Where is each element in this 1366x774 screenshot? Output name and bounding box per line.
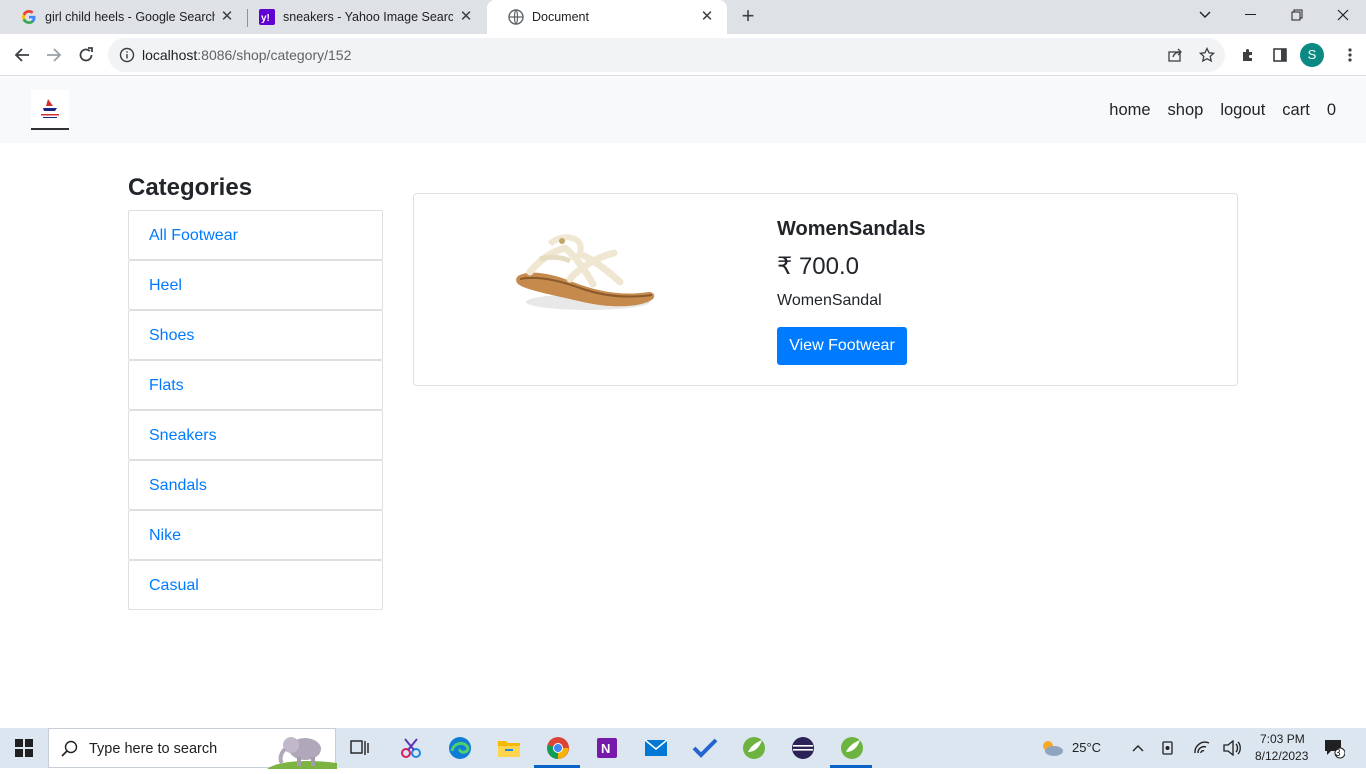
globe-icon [508,9,524,25]
task-view-icon[interactable] [346,734,374,762]
close-icon[interactable]: ✕ [458,9,474,25]
clock-date[interactable]: 8/12/2023 [1255,749,1308,763]
tab-title: girl child heels - Google Search [45,10,215,24]
tab-document[interactable]: Document ✕ [487,0,727,34]
bookmark-star-icon[interactable] [1198,46,1216,68]
weather-temperature[interactable]: 25°C [1072,740,1101,755]
todo-check-icon[interactable] [691,734,719,762]
notification-count: 3 [1335,748,1341,759]
reload-icon[interactable] [74,43,98,67]
extensions-puzzle-icon[interactable] [1236,43,1260,67]
categories-heading: Categories [128,174,253,201]
kebab-menu-icon[interactable] [1338,43,1362,67]
tab-title: Document [532,10,589,24]
minimize-icon[interactable] [1228,0,1274,30]
forward-arrow-icon[interactable] [42,43,66,67]
view-footwear-button[interactable]: View Footwear [777,327,907,365]
chevron-up-icon[interactable] [1124,734,1152,762]
taskbar-search-box[interactable]: Type here to search [48,728,337,769]
new-tab-plus-icon[interactable]: + [738,5,758,27]
wifi-icon[interactable] [1188,734,1216,762]
window-close-icon[interactable] [1320,0,1366,30]
weather-cloud-icon[interactable] [1038,734,1066,762]
address-bar[interactable]: localhost:8086/shop/category/152 [108,38,1225,72]
nav-links: home shop logout cart 0 [1092,101,1336,120]
restore-icon[interactable] [1274,0,1320,30]
clock-time[interactable]: 7:03 PM [1260,732,1305,746]
product-image [510,224,660,314]
category-all-footwear[interactable]: All Footwear [128,210,383,260]
svg-text:N: N [601,741,610,756]
category-list: All Footwear Heel Shoes Flats Sneakers S… [128,210,383,610]
search-icon [61,740,79,763]
eclipse-ide-icon[interactable] [789,734,817,762]
volume-icon[interactable] [1218,734,1246,762]
meet-now-icon[interactable] [1155,734,1183,762]
cart-count[interactable]: 0 [1327,101,1336,120]
onenote-icon[interactable]: N [593,734,621,762]
tab-title: sneakers - Yahoo Image Search R [283,10,453,24]
browser-toolbar: localhost:8086/shop/category/152 S [0,34,1366,76]
spring-tool-suite-icon[interactable] [740,734,768,762]
edge-browser-icon[interactable] [446,734,474,762]
windows-taskbar: Type here to search N 25°C 7:03 PM 8/12/… [0,728,1366,769]
category-sneakers[interactable]: Sneakers [128,410,383,460]
file-explorer-icon[interactable] [495,734,523,762]
product-description: WomenSandal [777,292,882,309]
url-host: localhost [142,47,198,63]
site-navbar: home shop logout cart 0 [0,77,1366,143]
notification-center-icon[interactable] [1320,734,1348,762]
category-shoes[interactable]: Shoes [128,310,383,360]
url-text: localhost:8086/shop/category/152 [142,47,351,63]
spring-tool-suite-active-icon[interactable] [838,734,866,762]
snipping-tool-icon[interactable] [397,734,425,762]
category-nike[interactable]: Nike [128,510,383,560]
nav-home-link[interactable]: home [1109,101,1150,120]
profile-avatar[interactable]: S [1300,43,1324,67]
category-flats[interactable]: Flats [128,360,383,410]
nav-logout-link[interactable]: logout [1220,101,1265,120]
close-icon[interactable]: ✕ [219,9,235,25]
yahoo-icon: y! [259,9,275,25]
category-casual[interactable]: Casual [128,560,383,610]
tab-yahoo-search[interactable]: y! sneakers - Yahoo Image Search R ✕ [238,0,486,34]
browser-tab-strip: girl child heels - Google Search ✕ y! sn… [0,0,1366,34]
search-highlight-elephant-icon [267,729,337,774]
category-sandals[interactable]: Sandals [128,460,383,510]
tab-google-search[interactable]: girl child heels - Google Search ✕ [0,0,247,34]
back-arrow-icon[interactable] [10,43,34,67]
close-icon[interactable]: ✕ [699,9,715,25]
search-placeholder: Type here to search [89,741,218,757]
svg-text:y!: y! [261,13,270,24]
share-icon[interactable] [1167,47,1183,68]
product-card: WomenSandals ₹ 700.0 WomenSandal View Fo… [413,193,1238,386]
google-g-icon [21,9,37,25]
site-logo[interactable] [31,90,69,130]
tab-search-chevron-icon[interactable] [1182,0,1228,30]
nav-cart-link[interactable]: cart [1282,101,1310,120]
chrome-browser-icon[interactable] [544,734,572,762]
page-content: home shop logout cart 0 Categories All F… [0,77,1366,728]
category-heel[interactable]: Heel [128,260,383,310]
url-path: :8086/shop/category/152 [197,47,352,63]
windows-start-icon[interactable] [0,728,48,768]
product-name: WomenSandals [777,218,926,240]
info-icon[interactable] [119,47,135,68]
mail-icon[interactable] [642,734,670,762]
nav-shop-link[interactable]: shop [1168,101,1204,120]
side-panel-icon[interactable] [1268,43,1292,67]
product-price: ₹ 700.0 [777,253,859,280]
